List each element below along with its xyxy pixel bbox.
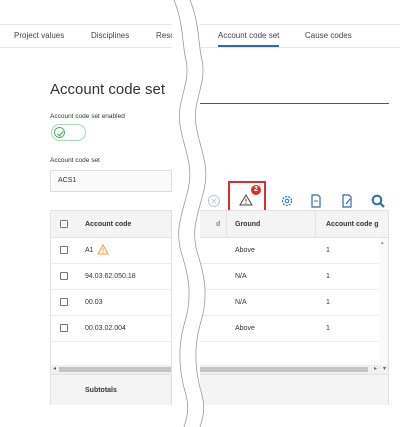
table-row[interactable]: A1 (51, 238, 171, 264)
scrollbar-thumb[interactable] (200, 367, 368, 372)
scroll-right-icon[interactable]: ▸ (374, 365, 377, 372)
scrollbar-thumb[interactable] (59, 367, 171, 372)
subtotals-row: Subtotals (51, 374, 171, 405)
enabled-label: Account code set enabled (50, 113, 125, 120)
settings-icon[interactable] (279, 193, 295, 209)
table-row[interactable]: N/A 1 (200, 290, 388, 316)
right-panel: Account code set Cause codes 2 d Ground … (200, 0, 400, 427)
title-divider (200, 103, 389, 104)
group-cell: 1 (326, 325, 330, 332)
account-code-set-label: Account code set (50, 157, 100, 164)
warnings-button[interactable]: 2 (228, 181, 266, 212)
ground-cell: Above (235, 247, 255, 254)
group-cell: 1 (326, 273, 330, 280)
subtotals-row (200, 374, 388, 405)
group-cell: 1 (326, 247, 330, 254)
vertical-scrollbar[interactable]: ▴ (379, 238, 388, 365)
export-icon[interactable] (308, 193, 324, 209)
column-header-account-code[interactable]: Account code (85, 221, 131, 228)
warning-count-badge: 2 (251, 185, 261, 195)
scroll-down-icon[interactable]: ▾ (383, 365, 386, 372)
warning-icon (239, 194, 253, 206)
table-row[interactable]: 00.03.02.004 (51, 316, 171, 342)
account-code-cell: 94.03.62.050.18 (85, 273, 136, 280)
table-row[interactable]: Above 1 (200, 316, 388, 342)
row-checkbox[interactable] (60, 298, 68, 306)
torn-edge-divider (173, 0, 207, 427)
account-code-cell: 00.03.02.004 (85, 325, 126, 332)
column-header-ground[interactable]: Ground (235, 221, 260, 228)
table-row[interactable]: N/A 1 (200, 264, 388, 290)
account-code-cell: 00.03 (85, 299, 103, 306)
table-row[interactable]: Above 1 (200, 238, 388, 264)
subtotals-label: Subtotals (85, 387, 117, 394)
ground-cell: Above (235, 325, 255, 332)
row-checkbox[interactable] (60, 246, 68, 254)
right-tab-bar: Account code set Cause codes (200, 24, 400, 48)
column-separator[interactable] (226, 211, 227, 238)
column-separator[interactable] (315, 211, 316, 238)
ground-cell: N/A (235, 273, 247, 280)
horizontal-scrollbar[interactable]: ▸ ▾ (200, 365, 388, 374)
edit-icon[interactable] (339, 193, 355, 209)
page-title: Account code set (50, 81, 166, 98)
account-code-set-select[interactable]: ACS1 (50, 170, 172, 192)
account-code-table: Account code A1 94.03.62.050.18 00.03 00… (50, 210, 172, 405)
scroll-left-icon[interactable]: ◂ (53, 365, 56, 372)
table-row[interactable]: 94.03.62.050.18 (51, 264, 171, 290)
table-header: d Ground Account code g (200, 211, 388, 238)
scroll-up-icon[interactable]: ▴ (381, 240, 384, 246)
tab-cause-codes[interactable]: Cause codes (305, 31, 352, 40)
check-icon (57, 131, 64, 137)
search-icon[interactable] (370, 193, 386, 209)
column-header-partial: d (216, 221, 221, 228)
table-row[interactable]: 00.03 (51, 290, 171, 316)
enabled-toggle[interactable] (51, 124, 86, 141)
table-header: Account code (51, 211, 171, 238)
ground-cell: N/A (235, 299, 247, 306)
select-all-checkbox[interactable] (60, 220, 68, 228)
tab-project-values[interactable]: Project values (14, 31, 64, 40)
account-code-table-right: d Ground Account code g Above 1 N/A 1 N/… (200, 210, 389, 405)
left-panel: Project values Disciplines Reso Account … (0, 0, 172, 427)
warning-icon[interactable] (97, 244, 109, 255)
tab-disciplines[interactable]: Disciplines (91, 31, 129, 40)
row-checkbox[interactable] (60, 272, 68, 280)
account-code-set-value: ACS1 (58, 177, 77, 184)
row-checkbox[interactable] (60, 324, 68, 332)
tab-account-code-set[interactable]: Account code set (218, 31, 280, 47)
left-tab-bar: Project values Disciplines Reso (0, 24, 172, 48)
group-cell: 1 (326, 299, 330, 306)
column-header-account-code-group[interactable]: Account code g (326, 221, 379, 228)
account-code-cell: A1 (85, 247, 94, 254)
horizontal-scrollbar[interactable]: ◂ (51, 365, 171, 374)
toggle-knob (54, 127, 65, 138)
